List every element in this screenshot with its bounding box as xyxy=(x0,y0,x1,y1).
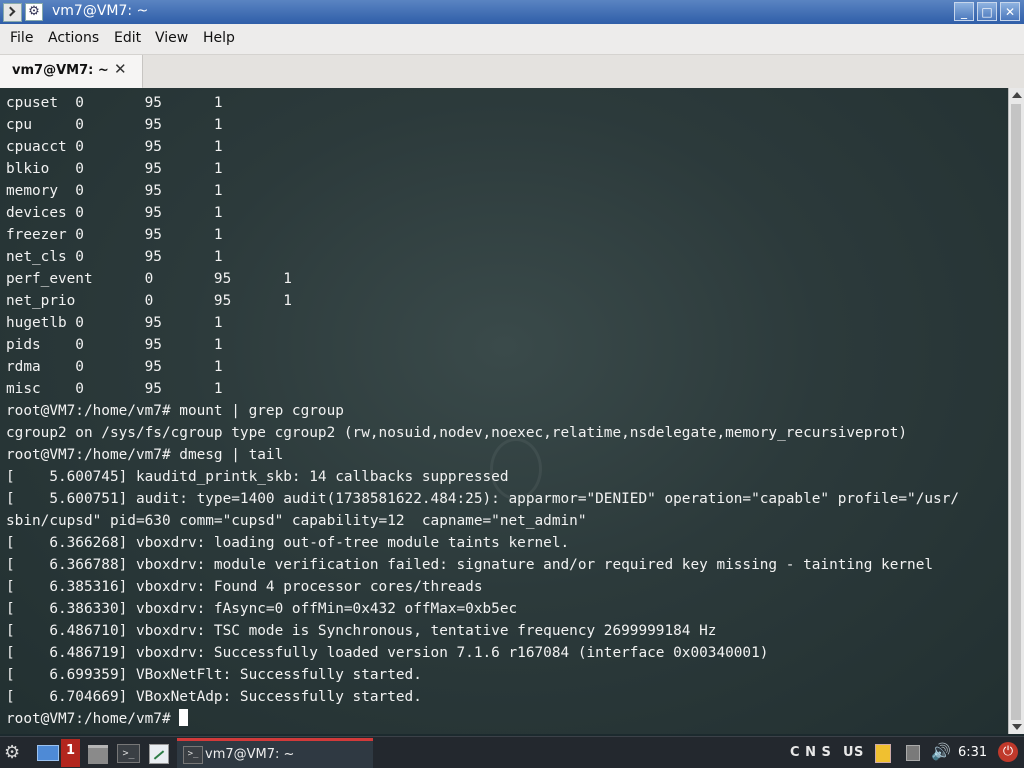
terminal-line: [ 6.704669] VBoxNetAdp: Successfully sta… xyxy=(6,689,422,705)
terminal-lines: cpuset 0 95 1 cpu 0 95 1 cpuacct 0 95 1 blk… xyxy=(6,92,959,730)
terminal-output[interactable]: cpuset 0 95 1 cpu 0 95 1 cpuacct 0 95 1 blk… xyxy=(0,88,1008,734)
window-title: vm7@VM7: ~ xyxy=(52,3,149,19)
tab-label: vm7@VM7: ~ xyxy=(12,63,109,78)
terminal-line: freezer 0 95 1 xyxy=(6,227,223,243)
terminal-line: blkio 0 95 1 xyxy=(6,161,223,177)
terminal-line: [ 6.699359] VBoxNetFlt: Successfully sta… xyxy=(6,667,422,683)
terminal-line: devices 0 95 1 xyxy=(6,205,223,221)
menu-file[interactable]: File xyxy=(10,30,33,46)
keyboard-indicators: C N S xyxy=(790,745,832,760)
menu-help[interactable]: Help xyxy=(203,30,235,46)
terminal-line: perf_event 0 95 1 xyxy=(6,271,292,287)
terminal-line: [ 6.486710] vboxdrv: TSC mode is Synchro… xyxy=(6,623,717,639)
volume-icon[interactable]: 🔊 xyxy=(931,742,951,762)
terminal-line: [ 6.486719] vboxdrv: Successfully loaded… xyxy=(6,645,769,661)
terminal-line: net_cls 0 95 1 xyxy=(6,249,223,265)
terminal-icon[interactable] xyxy=(117,741,140,765)
taskbar: ⚙ 1 >_ vm7@VM7: ~ C N S US 🔊 6:31 ⏻ xyxy=(0,736,1024,768)
terminal-line: root@VM7:/home/vm7# dmesg | tail xyxy=(6,447,284,463)
menu-view[interactable]: View xyxy=(155,30,188,46)
terminal-prompt: root@VM7:/home/vm7# xyxy=(6,711,180,727)
tab-strip: vm7@VM7: ~ ✕ xyxy=(0,55,1024,89)
keyboard-layout[interactable]: US xyxy=(843,745,864,760)
close-button[interactable]: ✕ xyxy=(1000,2,1020,21)
terminal-prompt-line[interactable]: root@VM7:/home/vm7# xyxy=(6,708,959,730)
clipboard-icon[interactable] xyxy=(873,742,891,763)
terminal-line: cpuset 0 95 1 xyxy=(6,95,223,111)
terminal-line: cpu 0 95 1 xyxy=(6,117,223,133)
workspace-indicator[interactable]: 1 xyxy=(61,739,80,767)
terminal-line: [ 6.385316] vboxdrv: Found 4 processor c… xyxy=(6,579,483,595)
terminal-task-icon: >_ xyxy=(183,746,203,764)
launcher-icon[interactable]: ⚙ xyxy=(4,741,26,765)
terminal-line: [ 6.386330] vboxdrv: fAsync=0 offMin=0x4… xyxy=(6,601,518,617)
terminal-line: rdma 0 95 1 xyxy=(6,359,223,375)
clock[interactable]: 6:31 xyxy=(958,745,987,760)
taskbar-task-terminal[interactable]: >_ vm7@VM7: ~ xyxy=(177,738,373,768)
power-icon[interactable]: ⏻ xyxy=(998,742,1018,762)
menu-actions[interactable]: Actions xyxy=(48,30,99,46)
terminal-line: [ 5.600751] audit: type=1400 audit(17385… xyxy=(6,491,960,507)
maximize-button[interactable]: □ xyxy=(977,2,997,21)
tab-close-icon[interactable]: ✕ xyxy=(114,60,127,78)
terminal-line: misc 0 95 1 xyxy=(6,381,223,397)
scroll-up-arrow-icon[interactable] xyxy=(1012,92,1022,98)
terminal-line: [ 6.366268] vboxdrv: loading out-of-tree… xyxy=(6,535,570,551)
terminal-line: sbin/cupsd" pid=630 comm="cupsd" capabil… xyxy=(6,513,587,529)
menu-edit[interactable]: Edit xyxy=(114,30,141,46)
menu-bar: File Actions Edit View Help xyxy=(0,24,1024,55)
window-options-icon[interactable]: ⚙ xyxy=(25,3,43,21)
scroll-thumb[interactable] xyxy=(1011,104,1021,720)
terminal-line: [ 5.600745] kauditd_printk_skb: 14 callb… xyxy=(6,469,509,485)
terminal-line: hugetlb 0 95 1 xyxy=(6,315,223,331)
network-icon[interactable] xyxy=(903,742,921,762)
tab-terminal[interactable]: vm7@VM7: ~ ✕ xyxy=(0,55,143,89)
terminal-line: cgroup2 on /sys/fs/cgroup type cgroup2 (… xyxy=(6,425,908,441)
text-cursor xyxy=(179,709,189,726)
file-manager-icon[interactable] xyxy=(87,741,109,765)
task-label: vm7@VM7: ~ xyxy=(205,747,295,762)
window-menu-icon[interactable] xyxy=(3,3,22,22)
scroll-down-arrow-icon[interactable] xyxy=(1012,724,1022,730)
text-editor-icon[interactable] xyxy=(148,741,170,765)
show-desktop-icon[interactable] xyxy=(36,741,59,765)
terminal-line: root@VM7:/home/vm7# mount | grep cgroup xyxy=(6,403,344,419)
terminal-scrollbar[interactable] xyxy=(1008,88,1024,734)
window-titlebar[interactable]: ⚙ vm7@VM7: ~ _ □ ✕ xyxy=(0,0,1024,24)
terminal-line: memory 0 95 1 xyxy=(6,183,223,199)
minimize-button[interactable]: _ xyxy=(954,2,974,21)
terminal-line: cpuacct 0 95 1 xyxy=(6,139,223,155)
terminal-line: [ 6.366788] vboxdrv: module verification… xyxy=(6,557,934,573)
terminal-line: pids 0 95 1 xyxy=(6,337,223,353)
terminal-line: net_prio 0 95 1 xyxy=(6,293,292,309)
